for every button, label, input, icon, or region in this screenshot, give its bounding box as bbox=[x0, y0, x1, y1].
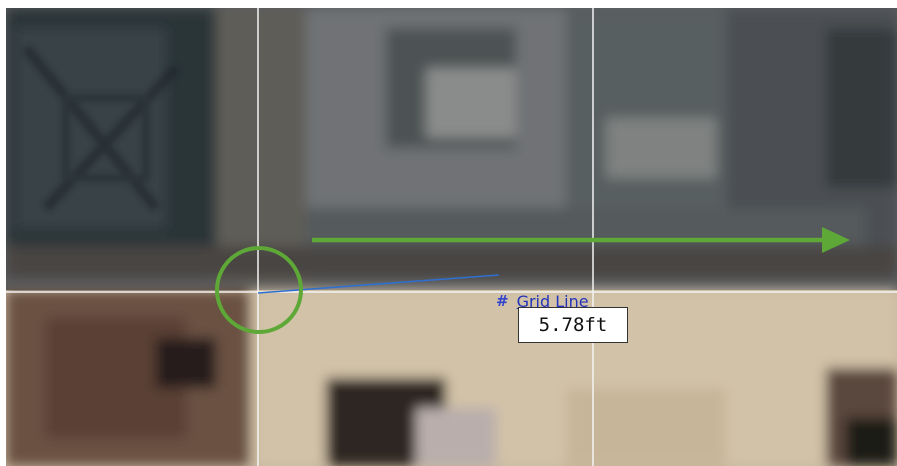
aerial-imagery bbox=[6, 8, 897, 466]
screenshot-border-top bbox=[0, 0, 897, 8]
grid-snap-icon: # bbox=[496, 292, 509, 310]
aerial-map-viewport[interactable]: # Grid Line bbox=[6, 8, 897, 466]
length-measurement-label: 5.78ft bbox=[518, 307, 628, 343]
